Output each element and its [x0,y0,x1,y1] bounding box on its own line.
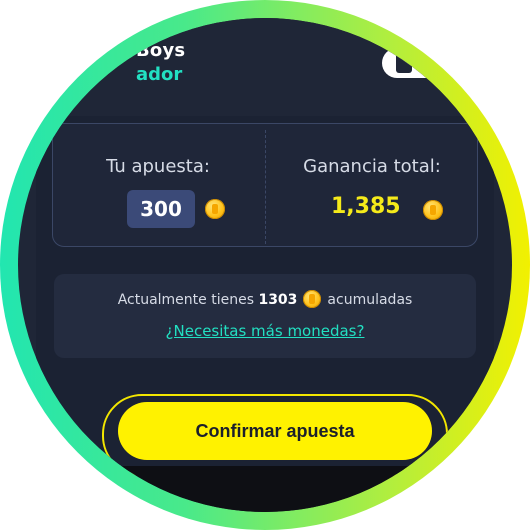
bet-card: Tu apuesta: 300 Ganancia total: 1,385 [52,123,478,247]
coin-icon [303,290,322,308]
dashed-divider [265,130,266,244]
total-gain-value: 1,385 [331,194,401,219]
app-screen: Boys ador Tu apuesta: 300 Ganancia total… [18,18,512,512]
bet-amount-input[interactable]: 300 [127,190,195,228]
team-name: Boys [136,40,186,61]
coin-icon [423,200,443,220]
circular-frame: Boys ador Tu apuesta: 300 Ganancia total… [0,0,530,530]
header: Boys ador [18,18,512,116]
coin-icon [205,199,225,219]
team-role: ador [136,64,183,85]
total-gain-label: Ganancia total: [303,156,441,177]
your-bet-label: Tu apuesta: [106,156,210,177]
balance-line: Actualmente tienes 1303 acumuladas [54,290,476,308]
bet-panel: Tu apuesta: 300 Ganancia total: 1,385 Ac… [36,116,494,476]
balance-info-box: Actualmente tienes 1303 acumuladas ¿Neces… [54,274,476,358]
header-pill-button[interactable] [382,48,442,78]
balance-suffix: acumuladas [327,292,413,308]
balance-amount: 1303 [258,292,298,308]
pill-icon [396,53,412,73]
bottom-strip [18,466,512,512]
balance-prefix: Actualmente tienes [117,292,254,308]
more-coins-link[interactable]: ¿Necesitas más monedas? [54,322,476,340]
confirm-bet-button[interactable]: Confirmar apuesta [118,402,432,460]
